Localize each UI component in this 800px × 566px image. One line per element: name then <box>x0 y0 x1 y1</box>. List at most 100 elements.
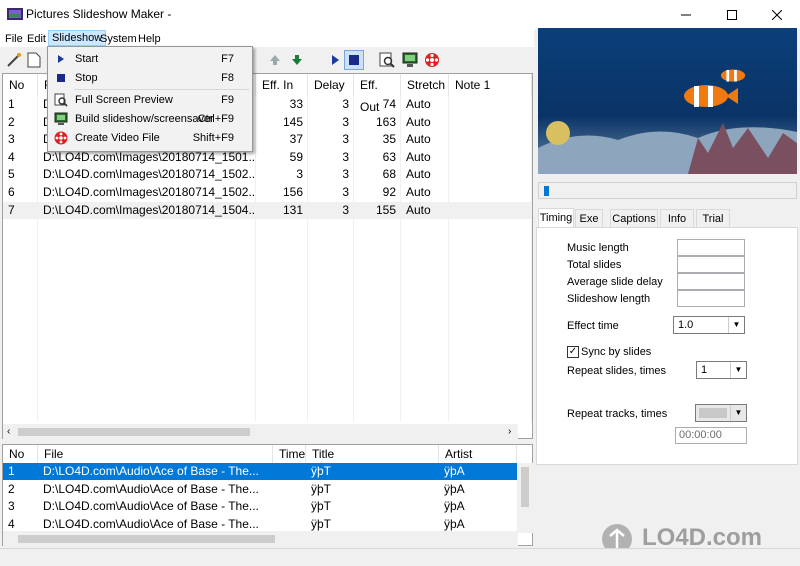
repeat-tracks-select[interactable]: ▼ <box>695 404 747 422</box>
menu-item-build-slideshow[interactable]: Build slideshow/screensaver Ctrl+F9 <box>48 110 252 128</box>
slider-thumb[interactable] <box>544 186 549 196</box>
move-down-icon[interactable] <box>287 50 307 70</box>
move-up-icon[interactable] <box>265 50 285 70</box>
menu-item-create-video[interactable]: Create Video File Shift+F9 <box>48 129 252 147</box>
stop-icon[interactable] <box>344 50 364 70</box>
table-cell: D:\LO4D.com\Audio\Ace of Base - The... <box>43 481 259 496</box>
table-cell: Auto <box>406 202 431 217</box>
audio-horizontal-scrollbar[interactable] <box>3 531 518 548</box>
images-horizontal-scrollbar[interactable]: ‹ › <box>3 424 518 441</box>
repeat-slides-value: 1 <box>701 364 708 376</box>
repeat-tracks-value <box>699 408 727 418</box>
column-header[interactable]: Artist <box>439 445 517 463</box>
menu-file[interactable]: File <box>2 31 26 47</box>
column-header[interactable]: Eff. Out <box>354 74 401 114</box>
new-file-icon[interactable] <box>24 50 44 70</box>
table-cell: Auto <box>406 167 431 182</box>
table-row[interactable]: 3 D:\LO4D.com\Audio\Ace of Base - The... ÿ… <box>3 498 517 515</box>
table-row[interactable]: 2 D:\LO4D.com\Audio\Ace of Base - The... ÿ… <box>3 481 517 498</box>
tab-exe[interactable]: Exe <box>575 209 603 228</box>
build-icon[interactable] <box>400 50 420 70</box>
slideshow-length-field <box>677 290 745 307</box>
table-cell: ÿþT <box>311 481 332 496</box>
table-row[interactable]: 7 D:\LO4D.com\Images\20180714_1504... 131 3… <box>3 201 532 219</box>
column-header[interactable]: File <box>38 445 273 463</box>
table-cell: 3 <box>8 132 15 147</box>
menu-item-start[interactable]: Start F7 <box>48 50 252 68</box>
table-cell: ÿþA <box>444 499 465 513</box>
slide-preview-image <box>538 28 797 174</box>
table-cell: D:\LO4D.com\Audio\Ace of Base - The... <box>43 499 259 513</box>
table-cell: 7 <box>8 202 15 217</box>
column-header[interactable]: Delay <box>308 74 354 96</box>
table-row[interactable]: 5 D:\LO4D.com\Images\20180714_1502... 3 3 68… <box>3 166 532 183</box>
minimize-button[interactable] <box>663 0 709 29</box>
table-cell: D:\LO4D.com\Images\20180714_1502... <box>43 185 256 199</box>
menu-item-shortcut: Shift+F9 <box>192 132 234 144</box>
menu-edit[interactable]: Edit <box>24 31 49 47</box>
column-header[interactable]: No <box>3 445 38 463</box>
status-bar <box>0 548 800 566</box>
table-cell: 3 <box>342 114 349 129</box>
effect-time-select[interactable]: 1.0 ▼ <box>673 316 745 334</box>
menu-item-shortcut: F9 <box>221 94 234 106</box>
menu-item-stop[interactable]: Stop F8 <box>48 69 252 87</box>
preview-icon[interactable] <box>377 50 397 70</box>
preview-icon <box>54 93 68 107</box>
total-slides-label: Total slides <box>567 259 622 271</box>
scroll-thumb[interactable] <box>521 467 529 507</box>
table-cell: 4 <box>8 516 15 531</box>
repeat-slides-select[interactable]: 1 ▼ <box>696 361 747 379</box>
chevron-down-icon: ▼ <box>730 405 746 421</box>
table-cell: ÿþT <box>311 499 332 513</box>
table-cell: 3 <box>342 202 349 217</box>
timeline-slider[interactable] <box>538 182 797 199</box>
table-row[interactable]: 1 D:\LO4D.com\Audio\Ace of Base - The... ÿ… <box>3 463 517 480</box>
wizard-icon[interactable] <box>4 50 24 70</box>
menu-help[interactable]: Help <box>135 31 164 47</box>
table-cell: Auto <box>406 132 431 147</box>
table-cell: Auto <box>406 149 431 164</box>
table-cell: Auto <box>406 97 431 111</box>
effect-time-label: Effect time <box>567 320 619 332</box>
table-cell: 2 <box>8 114 15 129</box>
total-slides-field <box>677 256 745 273</box>
table-row[interactable]: 6 D:\LO4D.com\Images\20180714_1502... 156 3… <box>3 184 532 201</box>
table-cell: 156 <box>282 185 303 199</box>
sync-checkbox[interactable]: ✓ <box>567 346 579 358</box>
close-button[interactable] <box>754 0 800 29</box>
video-reel-icon[interactable] <box>422 50 442 70</box>
table-cell: 35 <box>382 132 396 147</box>
tracks-time-field[interactable]: 00:00:00 <box>675 427 747 444</box>
stop-icon <box>54 71 68 85</box>
play-icon[interactable] <box>325 50 345 70</box>
tab-timing[interactable]: Timing <box>538 208 574 228</box>
table-cell: Auto <box>406 114 431 129</box>
tab-trial[interactable]: Trial <box>696 209 730 228</box>
column-header[interactable]: Title <box>306 445 439 463</box>
scroll-right-icon[interactable]: › <box>508 426 511 437</box>
column-header[interactable]: Time <box>273 445 306 463</box>
menu-item-label: Stop <box>75 72 98 84</box>
table-cell: 74 <box>382 97 396 111</box>
audio-vertical-scrollbar[interactable] <box>517 463 533 533</box>
scroll-thumb[interactable] <box>18 535 275 543</box>
scroll-thumb[interactable] <box>18 428 250 436</box>
menu-system[interactable]: System <box>97 31 140 47</box>
tab-captions[interactable]: Captions <box>610 209 658 228</box>
window-title: Pictures Slideshow Maker - <box>26 7 172 21</box>
column-header[interactable]: No <box>3 74 38 96</box>
column-header[interactable]: Eff. In <box>256 74 308 96</box>
table-cell: D:\LO4D.com\Audio\Ace of Base - The... <box>43 464 259 478</box>
column-header[interactable]: Stretch <box>401 74 449 96</box>
menu-item-full-screen-preview[interactable]: Full Screen Preview F9 <box>48 91 252 109</box>
music-length-label: Music length <box>567 242 629 254</box>
column-header[interactable]: Note 1 <box>449 74 532 96</box>
maximize-button[interactable] <box>709 0 755 29</box>
tab-info[interactable]: Info <box>660 209 694 228</box>
table-row[interactable]: 4 D:\LO4D.com\Audio\Ace of Base - The... ÿ… <box>3 516 517 533</box>
table-cell: 68 <box>382 167 396 182</box>
scroll-left-icon[interactable]: ‹ <box>7 426 10 437</box>
average-delay-field <box>677 273 745 290</box>
table-cell <box>278 463 306 480</box>
